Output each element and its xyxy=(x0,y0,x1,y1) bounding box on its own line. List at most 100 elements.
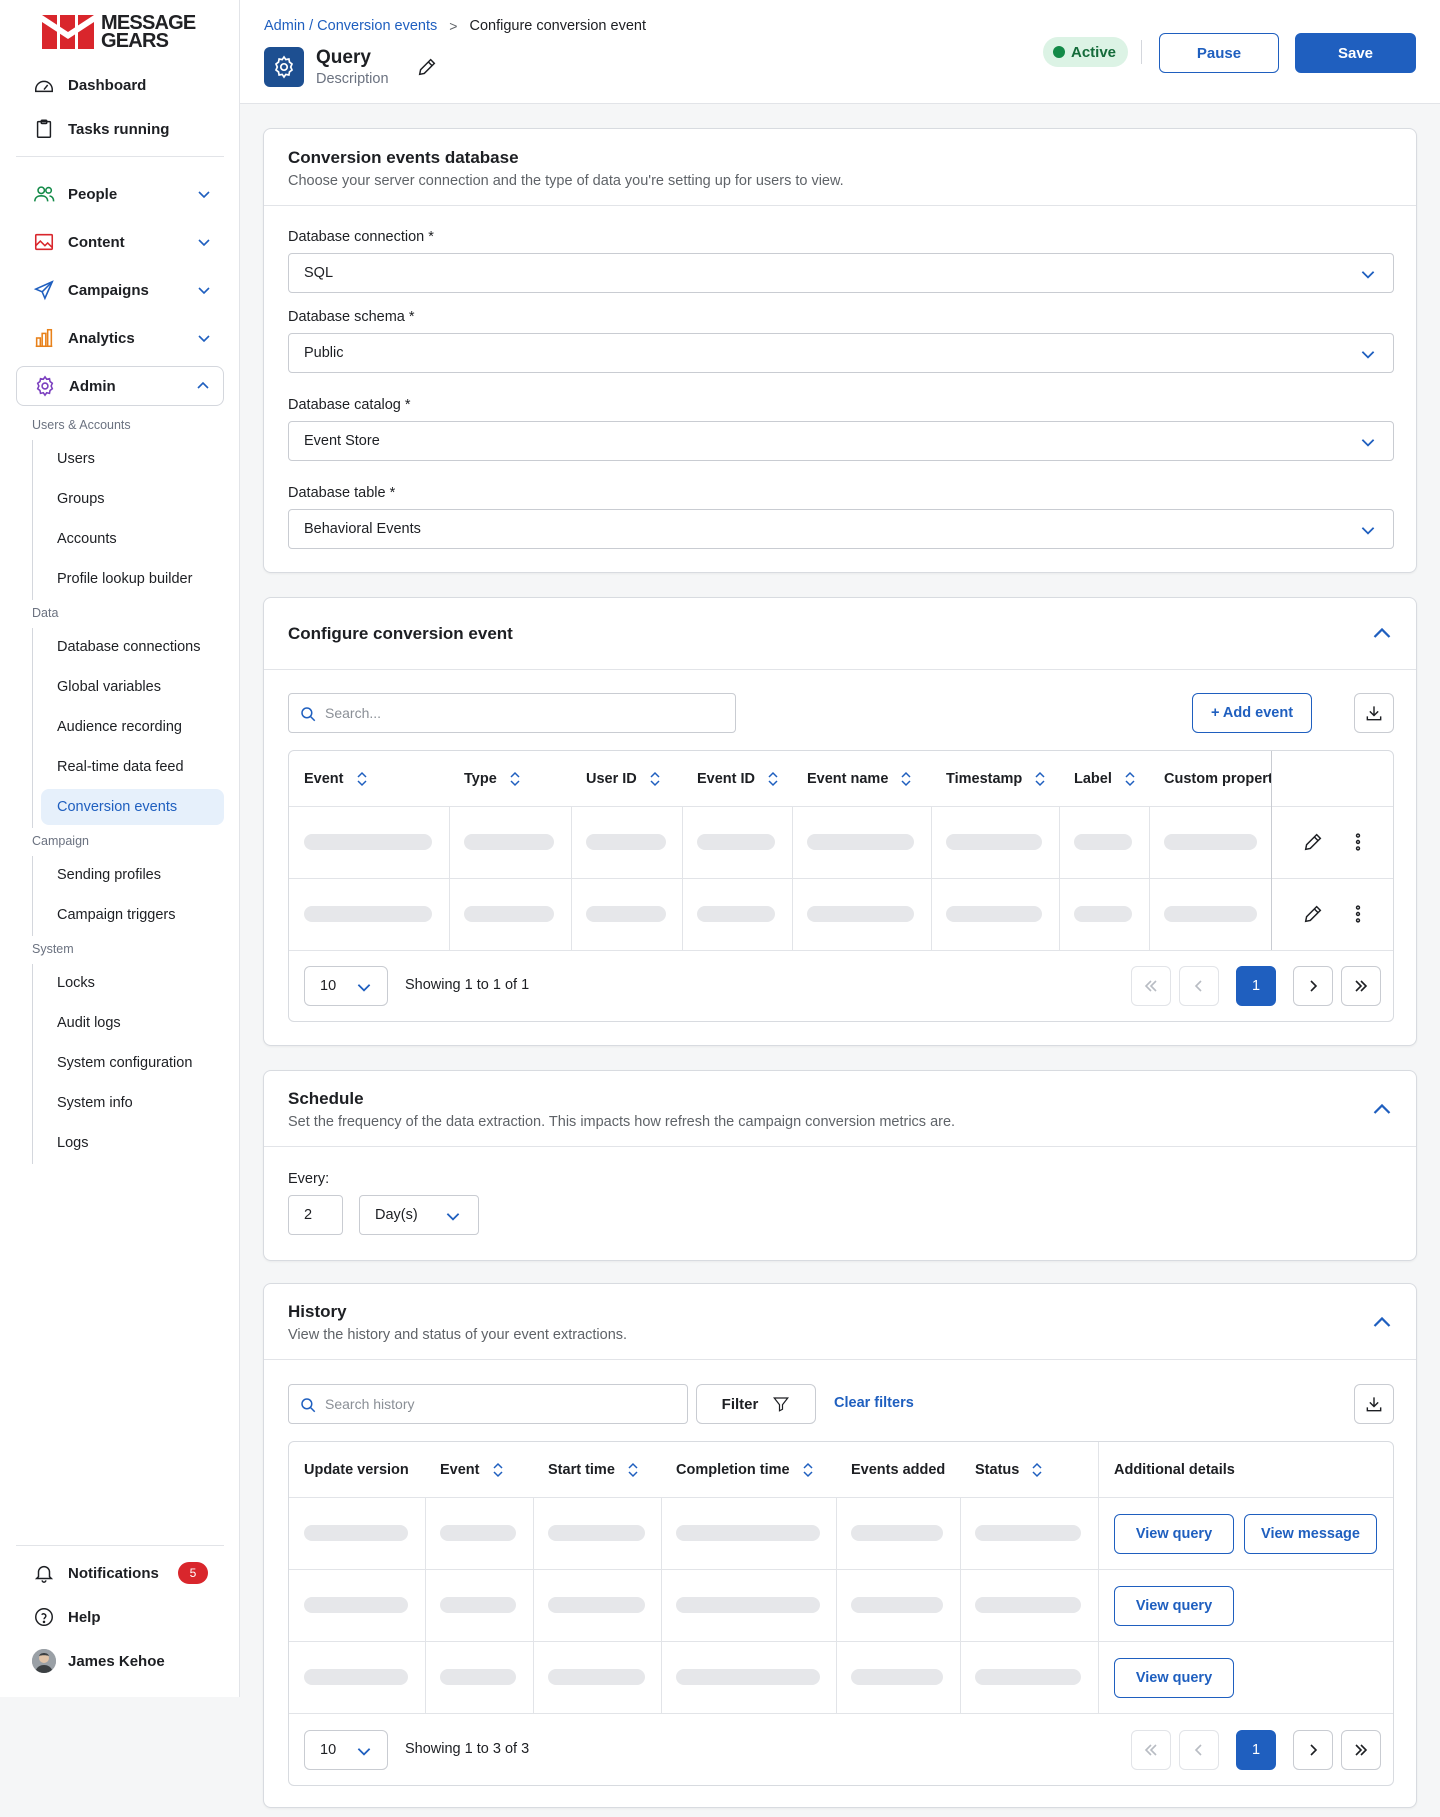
conversion-events-database-card: Conversion events database Choose your s… xyxy=(263,128,1417,573)
filter-button[interactable]: Filter xyxy=(696,1384,816,1424)
nav-tasks-running[interactable]: Tasks running xyxy=(16,109,224,149)
breadcrumb-link[interactable]: Admin / Conversion events xyxy=(264,18,437,34)
last-page-button[interactable] xyxy=(1341,966,1381,1006)
prev-page-button[interactable] xyxy=(1179,1730,1219,1770)
sidebar-item-conversion-events[interactable]: Conversion events xyxy=(41,789,224,825)
nav-help[interactable]: Help xyxy=(16,1597,224,1637)
card-title: Conversion events database xyxy=(288,148,519,167)
sidebar-item-sending-profiles[interactable]: Sending profiles xyxy=(41,857,224,893)
column-header-user-id[interactable]: User ID xyxy=(571,751,682,806)
nav-analytics[interactable]: Analytics xyxy=(16,318,224,358)
next-page-button[interactable] xyxy=(1293,1730,1333,1770)
edit-pencil-icon[interactable] xyxy=(1302,903,1324,925)
nav-people[interactable]: People xyxy=(16,174,224,214)
skeleton-cell xyxy=(1074,834,1132,850)
chevron-down-icon[interactable] xyxy=(184,326,224,350)
database-connection-select[interactable]: SQL xyxy=(288,253,1394,293)
sidebar-item-real-time-data-feed[interactable]: Real-time data feed xyxy=(41,749,224,785)
save-button[interactable]: Save xyxy=(1295,33,1416,73)
page-number-button[interactable]: 1 xyxy=(1236,966,1276,1006)
frequency-unit-select[interactable]: Day(s) xyxy=(359,1195,479,1235)
pause-button[interactable]: Pause xyxy=(1159,33,1279,73)
frequency-value-input[interactable]: 2 xyxy=(288,1195,343,1235)
last-page-button[interactable] xyxy=(1341,1730,1381,1770)
sidebar-item-campaign-triggers[interactable]: Campaign triggers xyxy=(41,897,224,933)
chevron-down-icon xyxy=(357,1748,371,1756)
column-header-update-version[interactable]: Update version xyxy=(289,1442,425,1497)
column-header-custom-properties[interactable]: Custom propert xyxy=(1149,751,1271,806)
chevron-up-icon[interactable] xyxy=(183,374,223,398)
chevron-up-icon[interactable] xyxy=(1370,622,1394,646)
view-query-button[interactable]: View query xyxy=(1114,1514,1234,1554)
sidebar-item-groups[interactable]: Groups xyxy=(41,481,224,517)
chevron-left-icon xyxy=(1194,980,1202,992)
chevron-down-icon[interactable] xyxy=(184,278,224,302)
chevron-up-icon[interactable] xyxy=(1370,1098,1394,1122)
skeleton-cell xyxy=(946,834,1042,850)
add-event-button[interactable]: + Add event xyxy=(1192,693,1312,733)
skeleton-cell xyxy=(851,1597,943,1613)
view-query-button[interactable]: View query xyxy=(1114,1586,1234,1626)
nav-dashboard[interactable]: Dashboard xyxy=(16,65,224,105)
help-icon xyxy=(32,1605,56,1629)
download-button[interactable] xyxy=(1354,1384,1394,1424)
chevron-up-icon[interactable] xyxy=(1370,1311,1394,1335)
breadcrumb-separator: > xyxy=(449,18,458,34)
chevron-down-icon[interactable] xyxy=(184,182,224,206)
column-header-events-added[interactable]: Events added xyxy=(836,1442,960,1497)
page-size-select[interactable]: 10 xyxy=(304,1730,388,1770)
column-header-completion-time[interactable]: Completion time xyxy=(661,1442,836,1497)
column-header-event[interactable]: Event xyxy=(289,751,449,806)
edit-pencil-icon[interactable] xyxy=(416,56,438,78)
page-number-button[interactable]: 1 xyxy=(1236,1730,1276,1770)
sidebar-item-accounts[interactable]: Accounts xyxy=(41,521,224,557)
column-header-start-time[interactable]: Start time xyxy=(533,1442,661,1497)
column-header-timestamp[interactable]: Timestamp xyxy=(931,751,1059,806)
sidebar-item-system-info[interactable]: System info xyxy=(41,1085,224,1121)
database-schema-select[interactable]: Public xyxy=(288,333,1394,373)
skeleton-cell xyxy=(1164,906,1257,922)
search-input[interactable]: Search... xyxy=(288,693,736,733)
column-header-label[interactable]: Label xyxy=(1059,751,1149,806)
clear-filters-link[interactable]: Clear filters xyxy=(834,1395,914,1411)
sidebar-item-system-configuration[interactable]: System configuration xyxy=(41,1045,224,1081)
sidebar-item-audit-logs[interactable]: Audit logs xyxy=(41,1005,224,1041)
every-label: Every: xyxy=(288,1171,330,1187)
column-header-event[interactable]: Event xyxy=(425,1442,533,1497)
nav-admin[interactable]: Admin xyxy=(16,366,224,406)
chevron-down-icon[interactable] xyxy=(184,230,224,254)
download-button[interactable] xyxy=(1354,693,1394,733)
first-page-button[interactable] xyxy=(1131,1730,1171,1770)
nav-campaigns[interactable]: Campaigns xyxy=(16,270,224,310)
page-size-select[interactable]: 10 xyxy=(304,966,388,1006)
view-query-button[interactable]: View query xyxy=(1114,1658,1234,1698)
nav-content[interactable]: Content xyxy=(16,222,224,262)
sidebar-item-audience-recording[interactable]: Audience recording xyxy=(41,709,224,745)
sidebar-item-users[interactable]: Users xyxy=(41,441,224,477)
nav-user-profile[interactable]: James Kehoe xyxy=(16,1641,224,1681)
first-page-button[interactable] xyxy=(1131,966,1171,1006)
sidebar-item-global-variables[interactable]: Global variables xyxy=(41,669,224,705)
column-header-type[interactable]: Type xyxy=(449,751,571,806)
view-message-button[interactable]: View message xyxy=(1244,1514,1377,1554)
column-header-event-name[interactable]: Event name xyxy=(792,751,931,806)
column-header-event-id[interactable]: Event ID xyxy=(682,751,792,806)
nav-notifications[interactable]: Notifications 5 xyxy=(16,1553,224,1593)
sort-icon xyxy=(768,771,778,786)
edit-pencil-icon[interactable] xyxy=(1302,831,1324,853)
sidebar-item-locks[interactable]: Locks xyxy=(41,965,224,1001)
chevrons-right-icon xyxy=(1355,1744,1368,1756)
sidebar-item-profile-lookup-builder[interactable]: Profile lookup builder xyxy=(41,561,224,597)
more-vertical-icon[interactable] xyxy=(1347,831,1369,853)
sidebar-item-database-connections[interactable]: Database connections xyxy=(41,629,224,665)
more-vertical-icon[interactable] xyxy=(1347,903,1369,925)
sidebar-item-logs[interactable]: Logs xyxy=(41,1125,224,1161)
messagegears-logo[interactable]: MESSAGE GEARS xyxy=(42,13,196,51)
prev-page-button[interactable] xyxy=(1179,966,1219,1006)
database-table-select[interactable]: Behavioral Events xyxy=(288,509,1394,549)
search-history-input[interactable]: Search history xyxy=(288,1384,688,1424)
column-header-status[interactable]: Status xyxy=(960,1442,1098,1497)
chevron-down-icon xyxy=(1361,527,1375,535)
database-catalog-select[interactable]: Event Store xyxy=(288,421,1394,461)
next-page-button[interactable] xyxy=(1293,966,1333,1006)
